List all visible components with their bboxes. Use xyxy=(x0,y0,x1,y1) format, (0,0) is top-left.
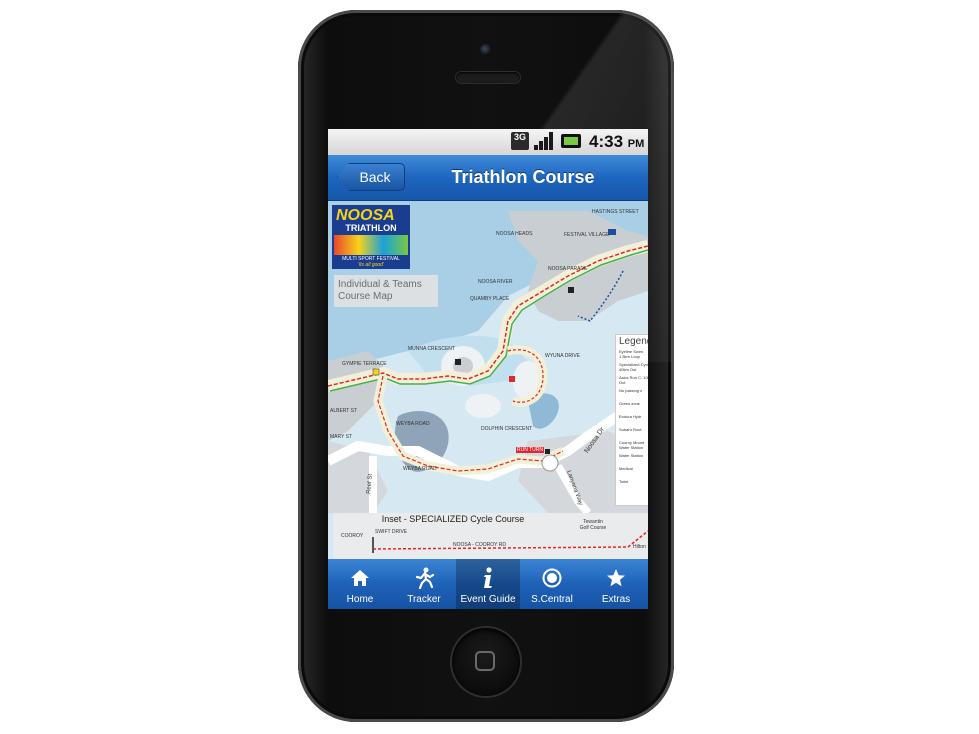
star-icon xyxy=(584,567,648,589)
inset-route xyxy=(372,530,648,553)
run-turn-label: RUN TURN xyxy=(516,447,545,453)
map-label: MUNNA CRESCENT xyxy=(408,346,455,352)
info-icon xyxy=(456,567,520,589)
map-label: QUAMBY PLACE xyxy=(470,296,510,302)
signal-strength-icon xyxy=(534,132,556,150)
map-label: NOOSA PARADE xyxy=(548,266,588,272)
map-label: WEYBA ROAD xyxy=(396,421,430,427)
back-button[interactable]: Back xyxy=(337,163,405,191)
map-label: FESTIVAL VILLAGE xyxy=(564,232,610,238)
cycle-course-inset: Inset - SPECIALIZED Cycle Course COOROY … xyxy=(333,513,648,559)
map-label: MARY ST xyxy=(330,434,353,440)
tab-event-guide[interactable]: Event Guide xyxy=(456,559,520,609)
earpiece-speaker xyxy=(456,72,520,83)
network-3g-icon: 3G xyxy=(511,132,529,150)
phone-screen: 3G 4:33 PM Back Triathlon Course NOOSA T… xyxy=(328,129,648,609)
page-title: Triathlon Course xyxy=(451,167,595,187)
map-label: WYUNA DRIVE xyxy=(545,353,581,359)
home-button[interactable] xyxy=(452,628,520,696)
map-label: NOOSA HEADS xyxy=(496,231,533,237)
tab-extras[interactable]: Extras xyxy=(584,559,648,609)
map-label: HASTINGS STREET xyxy=(592,209,639,215)
navigation-bar: Back Triathlon Course xyxy=(328,155,648,201)
map-label: NOOSA RIVER xyxy=(478,279,513,285)
runner-icon xyxy=(392,567,456,589)
home-square-icon xyxy=(475,651,495,671)
home-icon xyxy=(328,567,392,589)
battery-icon xyxy=(561,134,581,148)
map-label: GYMPIE TERRACE xyxy=(342,361,387,367)
map-legend: Legend Eyeline Swim 1.5km Loop Specializ… xyxy=(615,334,648,506)
target-icon xyxy=(520,567,584,589)
noosa-triathlon-logo: NOOSA TRIATHLON MULTI SPORT FESTIVAL 'it… xyxy=(332,205,410,269)
status-bar: 3G 4:33 PM xyxy=(328,129,648,155)
tab-home[interactable]: Home xyxy=(328,559,392,609)
map-label: DOLPHIN CRESCENT xyxy=(481,426,533,432)
front-camera xyxy=(480,44,492,56)
tab-s-central[interactable]: S.Central xyxy=(520,559,584,609)
status-time: 4:33 PM xyxy=(589,132,645,151)
course-map[interactable]: NOOSA TRIATHLON MULTI SPORT FESTIVAL 'it… xyxy=(328,201,648,559)
tab-bar: Home Tracker Event Guide S.Central Extra… xyxy=(328,559,648,609)
map-label: WEYBA ROAD xyxy=(403,466,437,472)
tab-tracker[interactable]: Tracker xyxy=(392,559,456,609)
map-label: ALBERT ST xyxy=(330,408,358,414)
course-map-label: Individual & Teams Course Map xyxy=(334,275,438,307)
